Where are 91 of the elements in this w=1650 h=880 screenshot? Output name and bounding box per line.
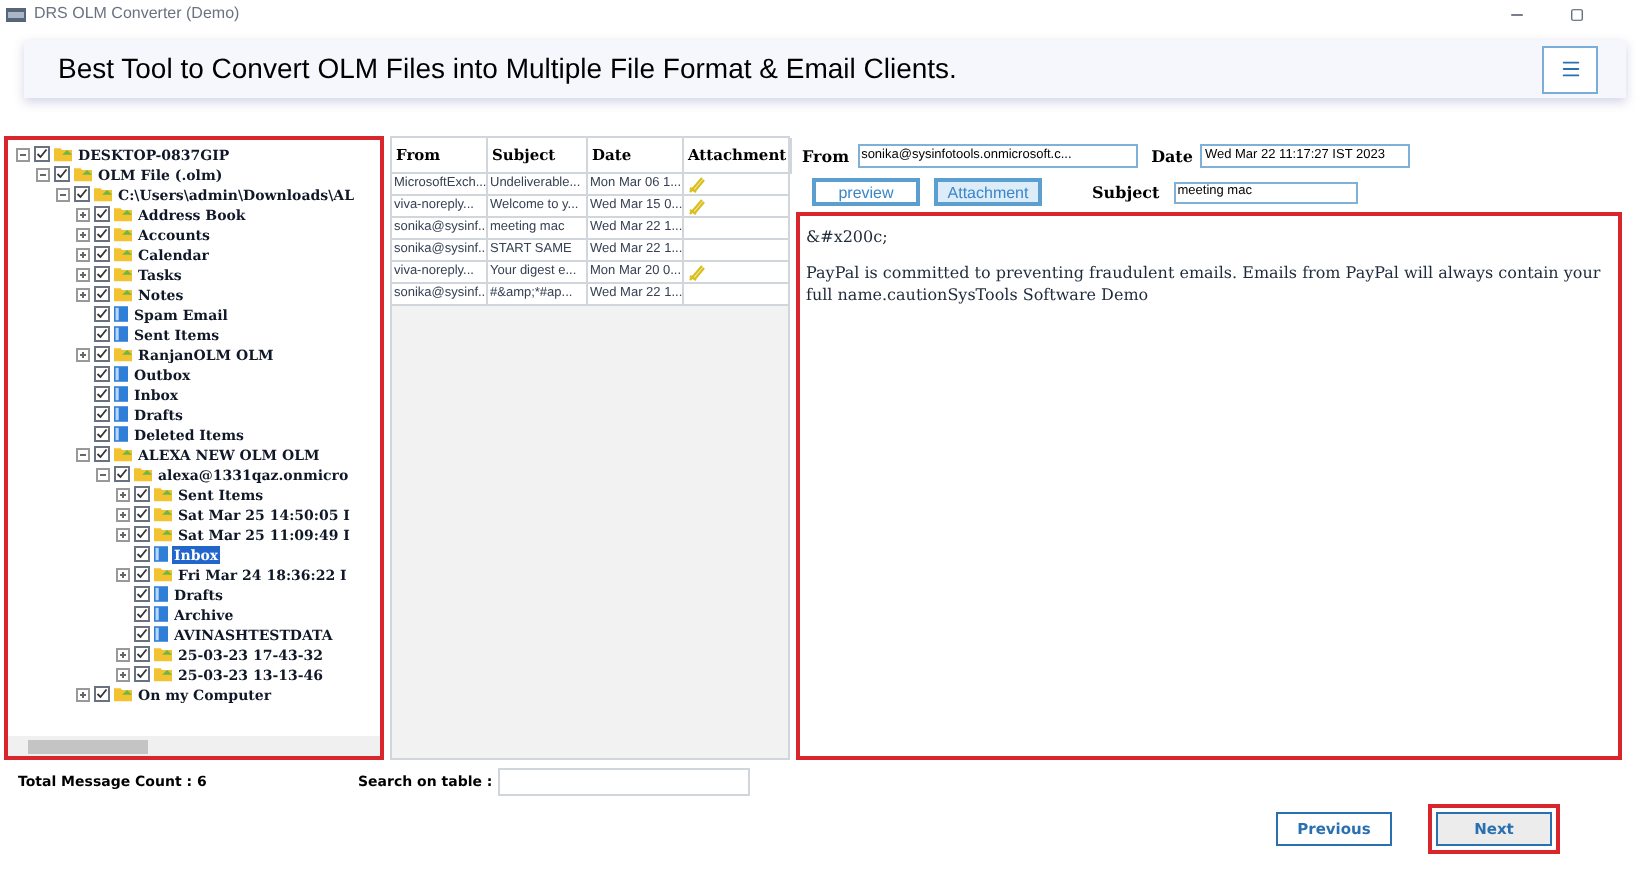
checkbox[interactable] [94,246,110,262]
menu-icon [1559,58,1581,80]
app-icon [6,7,26,21]
expand-icon[interactable] [76,247,90,261]
expand-icon[interactable] [76,227,90,241]
checkbox[interactable] [134,486,150,502]
expand-icon[interactable] [76,267,90,281]
checkbox[interactable] [134,566,150,582]
checkbox[interactable] [134,626,150,642]
file-icon [114,326,128,342]
menu-button[interactable] [1542,45,1598,93]
file-icon [114,386,128,402]
folder-icon [54,146,72,162]
file-icon [114,406,128,422]
banner-headline: Best Tool to Convert OLM Files into Multiple File Format & Email Clients. [58,50,959,88]
file-icon [154,606,168,622]
file-icon [114,366,128,382]
checkbox[interactable] [94,406,110,422]
checkbox[interactable] [94,326,110,342]
folder-icon [114,266,132,282]
checkbox[interactable] [94,306,110,322]
expand-icon[interactable] [116,527,130,541]
window-title: DRS OLM Converter (Demo) [34,2,240,26]
checkbox[interactable] [94,686,110,702]
folder-icon [154,646,172,662]
checkbox[interactable] [114,466,130,482]
expand-icon[interactable] [76,207,90,221]
checkbox[interactable] [54,166,70,182]
checkbox[interactable] [134,646,150,662]
horizontal-scrollbar[interactable] [8,736,380,756]
collapse-icon[interactable] [56,187,70,201]
folder-icon [154,526,172,542]
folder-icon [134,466,152,482]
folder-icon [74,166,92,182]
paperclip-icon [688,263,706,282]
folder-icon [114,206,132,222]
checkbox[interactable] [134,586,150,602]
folder-icon [114,446,132,462]
file-icon [154,626,168,642]
checkbox[interactable] [94,386,110,402]
folder-icon [114,346,132,362]
folder-icon [114,286,132,302]
folder-icon [114,226,132,242]
from-label: From [802,144,850,168]
checkbox[interactable] [134,506,150,522]
folder-icon [114,686,132,702]
expand-icon[interactable] [116,647,130,661]
date-label: Date [1151,144,1193,168]
preview-button[interactable]: preview [812,178,920,206]
checkbox[interactable] [74,186,90,202]
folder-icon [154,506,172,522]
expand-icon[interactable] [116,667,130,681]
body-text: &#x200c; [806,226,890,248]
expand-icon[interactable] [116,487,130,501]
checkbox[interactable] [134,666,150,682]
checkbox[interactable] [94,346,110,362]
collapse-icon[interactable] [76,447,90,461]
folder-icon [94,186,112,202]
folder-icon [154,566,172,582]
checkbox[interactable] [134,546,150,562]
checkbox[interactable] [94,366,110,382]
body-text: PayPal is committed to preventing fraudulent emails. Emails from PayPal will always contain your full name.cautionSysTools Software Demo [806,262,1603,306]
maximize-icon[interactable] [1570,7,1584,21]
collapse-icon[interactable] [16,147,30,161]
file-icon [154,546,168,562]
checkbox[interactable] [94,266,110,282]
subject-label: Subject [1092,180,1160,204]
paperclip-icon [688,197,706,216]
collapse-icon[interactable] [36,167,50,181]
paperclip-icon [688,175,706,194]
expand-icon[interactable] [76,347,90,361]
expand-icon[interactable] [76,687,90,701]
expand-icon[interactable] [116,507,130,521]
checkbox[interactable] [94,446,110,462]
checkbox[interactable] [34,146,50,162]
file-icon [114,426,128,442]
file-icon [114,306,128,322]
checkbox[interactable] [134,606,150,622]
collapse-icon[interactable] [96,467,110,481]
checkbox[interactable] [94,206,110,222]
folder-icon [154,486,172,502]
checkbox[interactable] [94,226,110,242]
folder-icon [114,246,132,262]
search-field[interactable] [498,768,750,796]
expand-icon[interactable] [76,287,90,301]
expand-icon[interactable] [116,567,130,581]
checkbox[interactable] [134,526,150,542]
file-icon [154,586,168,602]
folder-icon [154,666,172,682]
checkbox[interactable] [94,286,110,302]
checkbox[interactable] [94,426,110,442]
